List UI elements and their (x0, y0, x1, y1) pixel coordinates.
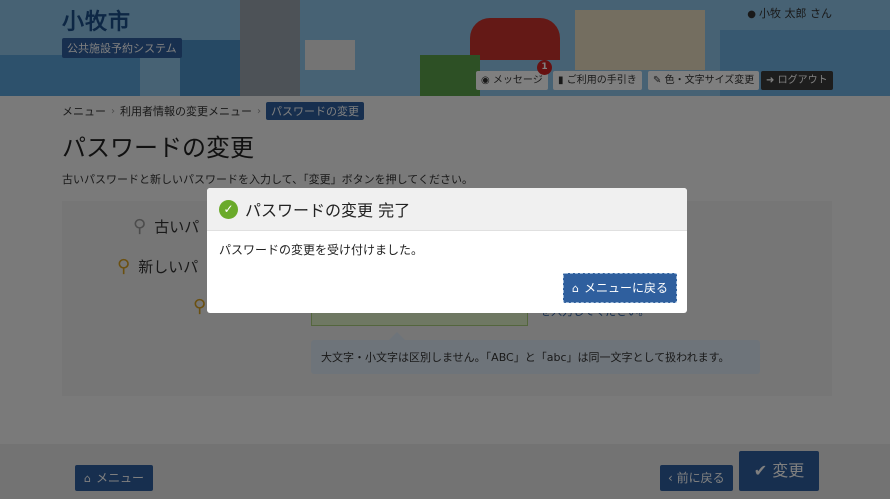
dialog-title: パスワードの変更 完了 (245, 201, 411, 220)
dialog-header: ✓ パスワードの変更 完了 (207, 188, 687, 231)
check-circle-icon: ✓ (219, 199, 238, 219)
back-to-menu-button[interactable]: ⌂ メニューに戻る (563, 273, 677, 303)
completion-dialog: ✓ パスワードの変更 完了 パスワードの変更を受け付けました。 ⌂ メニューに戻る (207, 188, 687, 313)
back-to-menu-label: メニューに戻る (583, 281, 668, 295)
dialog-message: パスワードの変更を受け付けました。 (219, 243, 424, 257)
home-icon: ⌂ (572, 282, 579, 295)
